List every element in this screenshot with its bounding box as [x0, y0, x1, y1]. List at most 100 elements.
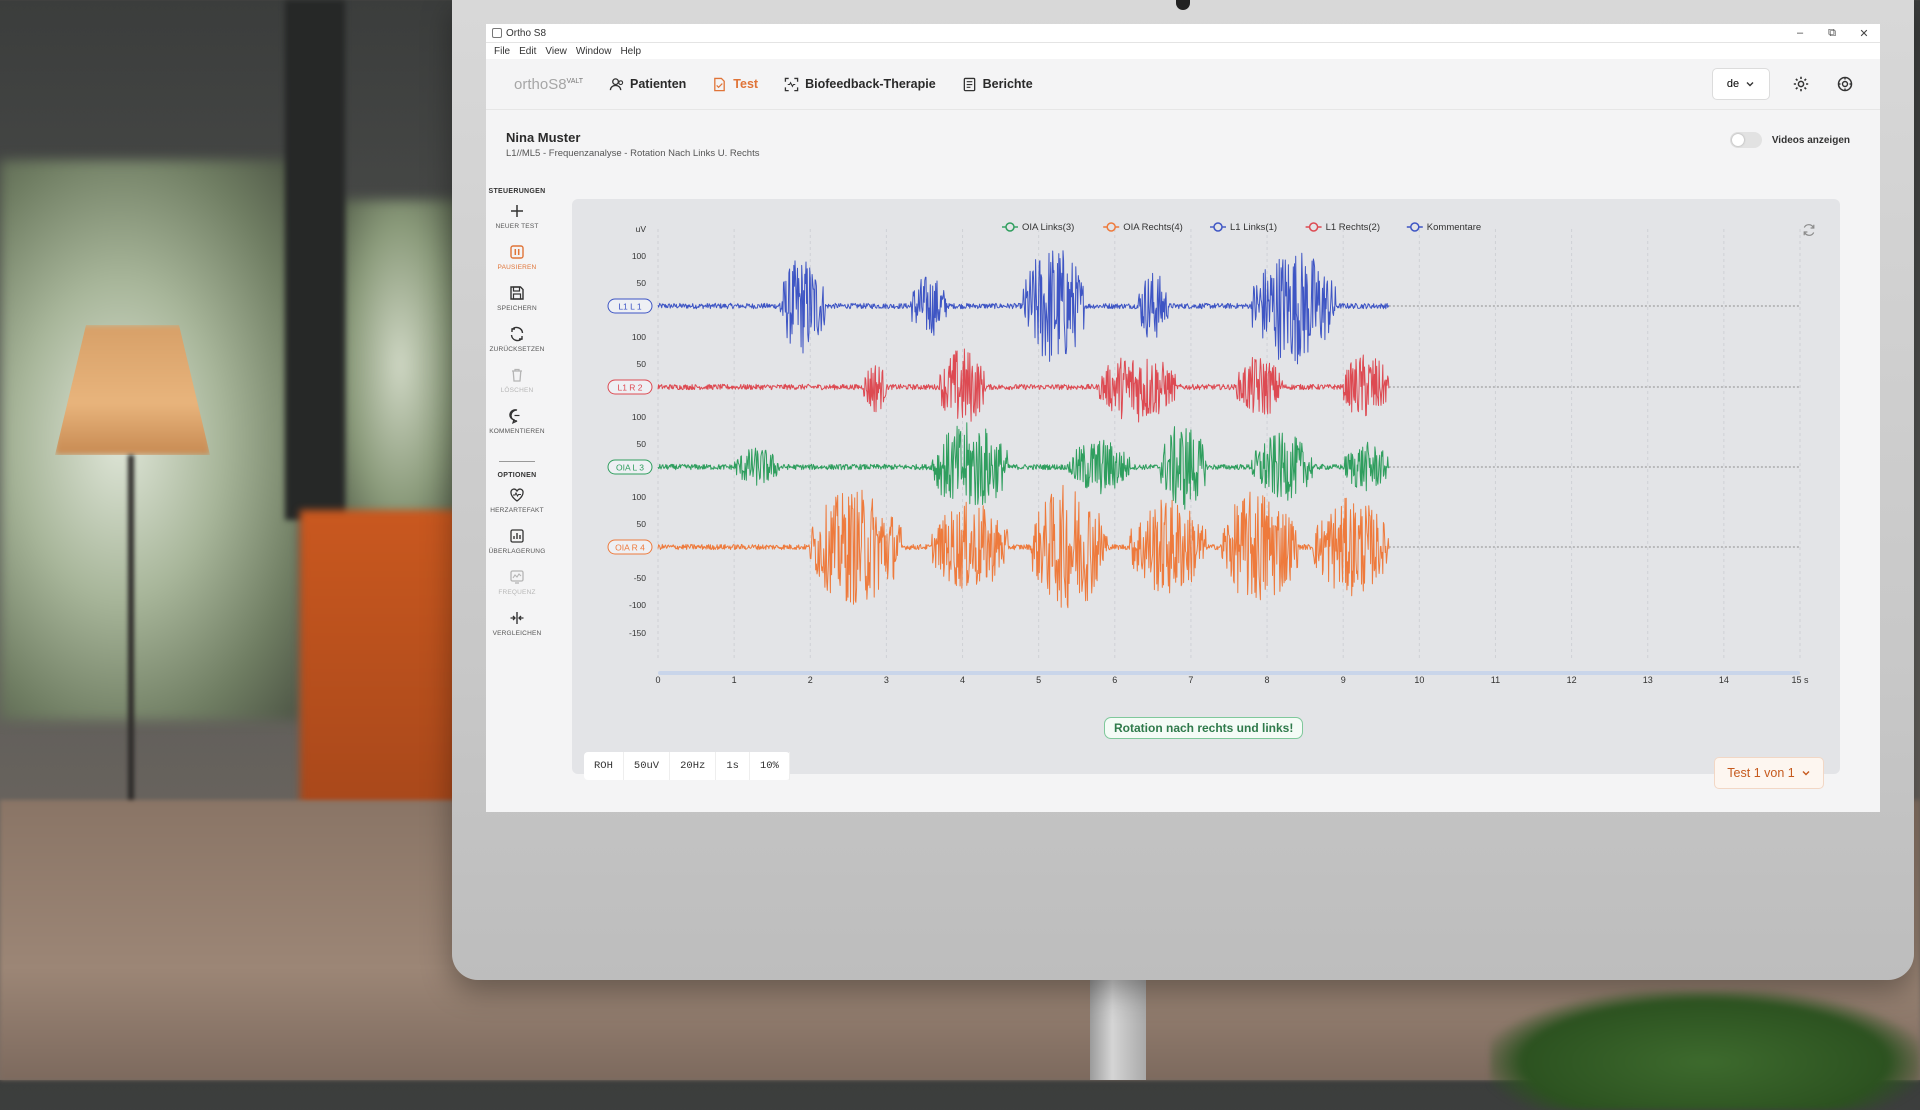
channel-signal	[657, 250, 1390, 365]
legend-label: L1 Rechts(2)	[1326, 222, 1380, 233]
frequency-icon	[510, 570, 524, 584]
x-tick-label: 0	[655, 675, 660, 685]
legend-marker	[1005, 222, 1015, 232]
menu-window[interactable]: Window	[576, 46, 612, 57]
save-label: Speichern	[497, 305, 537, 312]
scan-icon	[784, 77, 799, 91]
test-selector[interactable]: Test 1 von 1	[1714, 757, 1824, 789]
y-tick-label: 100	[632, 412, 646, 422]
comment-button[interactable]: Kommentieren	[486, 408, 548, 449]
channel-signal	[657, 484, 1390, 609]
language-select[interactable]: de	[1712, 68, 1770, 100]
patient-header: Nina Muster L1//ML5 - Frequenzanalyse - …	[506, 130, 759, 159]
frequency-button[interactable]: Frequenz	[486, 569, 548, 610]
emg-chart-card: 0 1 2 3 4 5 6 7 8 9 10 11 12 13 14 15 s uV 100 50 100 50 100 5…	[572, 199, 1840, 789]
language-value: de	[1726, 78, 1740, 90]
legend-label: L1 Links(1)	[1230, 222, 1277, 233]
test-description: L1//ML5 - Frequenzanalyse - Rotation Nac…	[506, 148, 760, 159]
channel-tag-label: OIA R 4	[615, 543, 645, 553]
overlay-label: Überlagerung	[488, 548, 546, 555]
window-button[interactable]: 1s	[716, 752, 750, 780]
report-icon	[963, 77, 975, 91]
y-tick-label: -100	[629, 600, 646, 610]
background-cabinet	[300, 510, 460, 840]
channel-tag-label: L1 L 1	[618, 302, 642, 312]
emg-chart[interactable]: 0 1 2 3 4 5 6 7 8 9 10 11 12 13 14 15 suV10050100501005…	[572, 199, 1840, 739]
reset-button[interactable]: Zurücksetzen	[486, 326, 548, 367]
chevron-down-icon	[1802, 771, 1810, 776]
system-settings-icon[interactable]	[1836, 75, 1854, 93]
new-test-button[interactable]: Neuer Test	[486, 203, 548, 244]
pause-button[interactable]: Pausieren	[486, 244, 548, 285]
background-pillar	[285, 0, 345, 520]
pause-label: Pausieren	[497, 264, 537, 271]
channel-signal	[657, 422, 1390, 510]
nav-test[interactable]: Test	[712, 77, 758, 92]
legend-label: OIA Links(3)	[1022, 222, 1074, 233]
menu-edit[interactable]: Edit	[519, 46, 536, 57]
channel-tag-label: L1 R 2	[617, 383, 642, 393]
y-tick-label: -50	[634, 573, 647, 583]
y-tick-label: 100	[632, 332, 646, 342]
percent-button[interactable]: 10%	[750, 752, 790, 780]
x-tick-label: 12	[1567, 675, 1577, 685]
nav-biofeedback[interactable]: Biofeedback-Therapie	[784, 77, 936, 92]
x-tick-label: 13	[1643, 675, 1653, 685]
maximize-icon[interactable]: ⧉	[1816, 27, 1848, 40]
x-tick-label: 6	[1112, 675, 1117, 685]
video-toggle[interactable]: Videos anzeigen	[1729, 132, 1850, 148]
x-tick-label: 1	[732, 675, 737, 685]
app-logo[interactable]: orthoS8VALT	[514, 76, 583, 93]
minimize-icon[interactable]: –	[1784, 27, 1816, 40]
y-tick-label: 100	[632, 492, 646, 502]
app-window: Ortho S8 – ⧉ ✕ File Edit View Window Hel…	[486, 24, 1880, 812]
comment-marker[interactable]: Rotation nach rechts und links!	[1104, 717, 1304, 739]
menu-view[interactable]: View	[545, 46, 567, 57]
delete-label: Löschen	[500, 387, 534, 394]
x-tick-label: 10	[1414, 675, 1424, 685]
pause-icon	[510, 245, 524, 259]
filter-button[interactable]: 20Hz	[670, 752, 717, 780]
menu-bar: File Edit View Window Help	[486, 43, 1880, 59]
patient-name: Nina Muster	[506, 130, 581, 145]
background-plant	[1490, 990, 1920, 1110]
nav-patienten-label: Patienten	[630, 77, 687, 91]
comment-icon	[509, 409, 520, 424]
legend-marker	[1308, 222, 1319, 232]
legend-label: OIA Rechts(4)	[1123, 222, 1183, 233]
video-toggle-label: Videos anzeigen	[1771, 134, 1850, 146]
menu-file[interactable]: File	[494, 46, 510, 57]
user-icon	[609, 77, 624, 90]
settings-gear-icon[interactable]	[1792, 75, 1810, 93]
x-tick-label: 14	[1719, 675, 1729, 685]
heart-artifact-button[interactable]: Herzartefakt	[486, 487, 548, 528]
nav-berichte[interactable]: Berichte	[962, 77, 1033, 92]
logo-text: orthoS8	[514, 75, 567, 93]
test-selector-label: Test 1 von 1	[1727, 766, 1795, 780]
control-sidebar: STEUERUNGEN Neuer Test Pausieren Speiche…	[486, 188, 548, 651]
delete-button[interactable]: Löschen	[486, 367, 548, 408]
comment-label: Kommentieren	[489, 428, 545, 435]
scale-button[interactable]: 50uV	[624, 752, 671, 780]
nav-biofeedback-label: Biofeedback-Therapie	[805, 77, 936, 91]
x-tick-label: 15 s	[1791, 675, 1809, 685]
heart-artifact-label: Herzartefakt	[490, 507, 544, 514]
video-toggle-switch[interactable]	[1729, 132, 1762, 148]
app-icon	[492, 28, 502, 38]
trash-icon	[512, 368, 522, 382]
x-tick-label: 2	[808, 675, 813, 685]
overlay-button[interactable]: Überlagerung	[486, 528, 548, 569]
save-button[interactable]: Speichern	[486, 285, 548, 326]
save-icon	[510, 286, 524, 300]
y-tick-label: -150	[629, 628, 646, 638]
compare-button[interactable]: Vergleichen	[486, 610, 548, 651]
nav-patienten[interactable]: Patienten	[609, 77, 686, 92]
controls-section-title: STEUERUNGEN	[488, 188, 546, 195]
y-tick-label: 50	[637, 439, 647, 449]
background-window	[340, 200, 460, 530]
menu-help[interactable]: Help	[620, 46, 641, 57]
top-navigation: orthoS8VALT Patienten Test Biofeedback-T…	[486, 59, 1880, 110]
y-tick-label: 50	[637, 278, 647, 288]
raw-button[interactable]: ROH	[584, 752, 624, 780]
close-icon[interactable]: ✕	[1848, 27, 1880, 40]
